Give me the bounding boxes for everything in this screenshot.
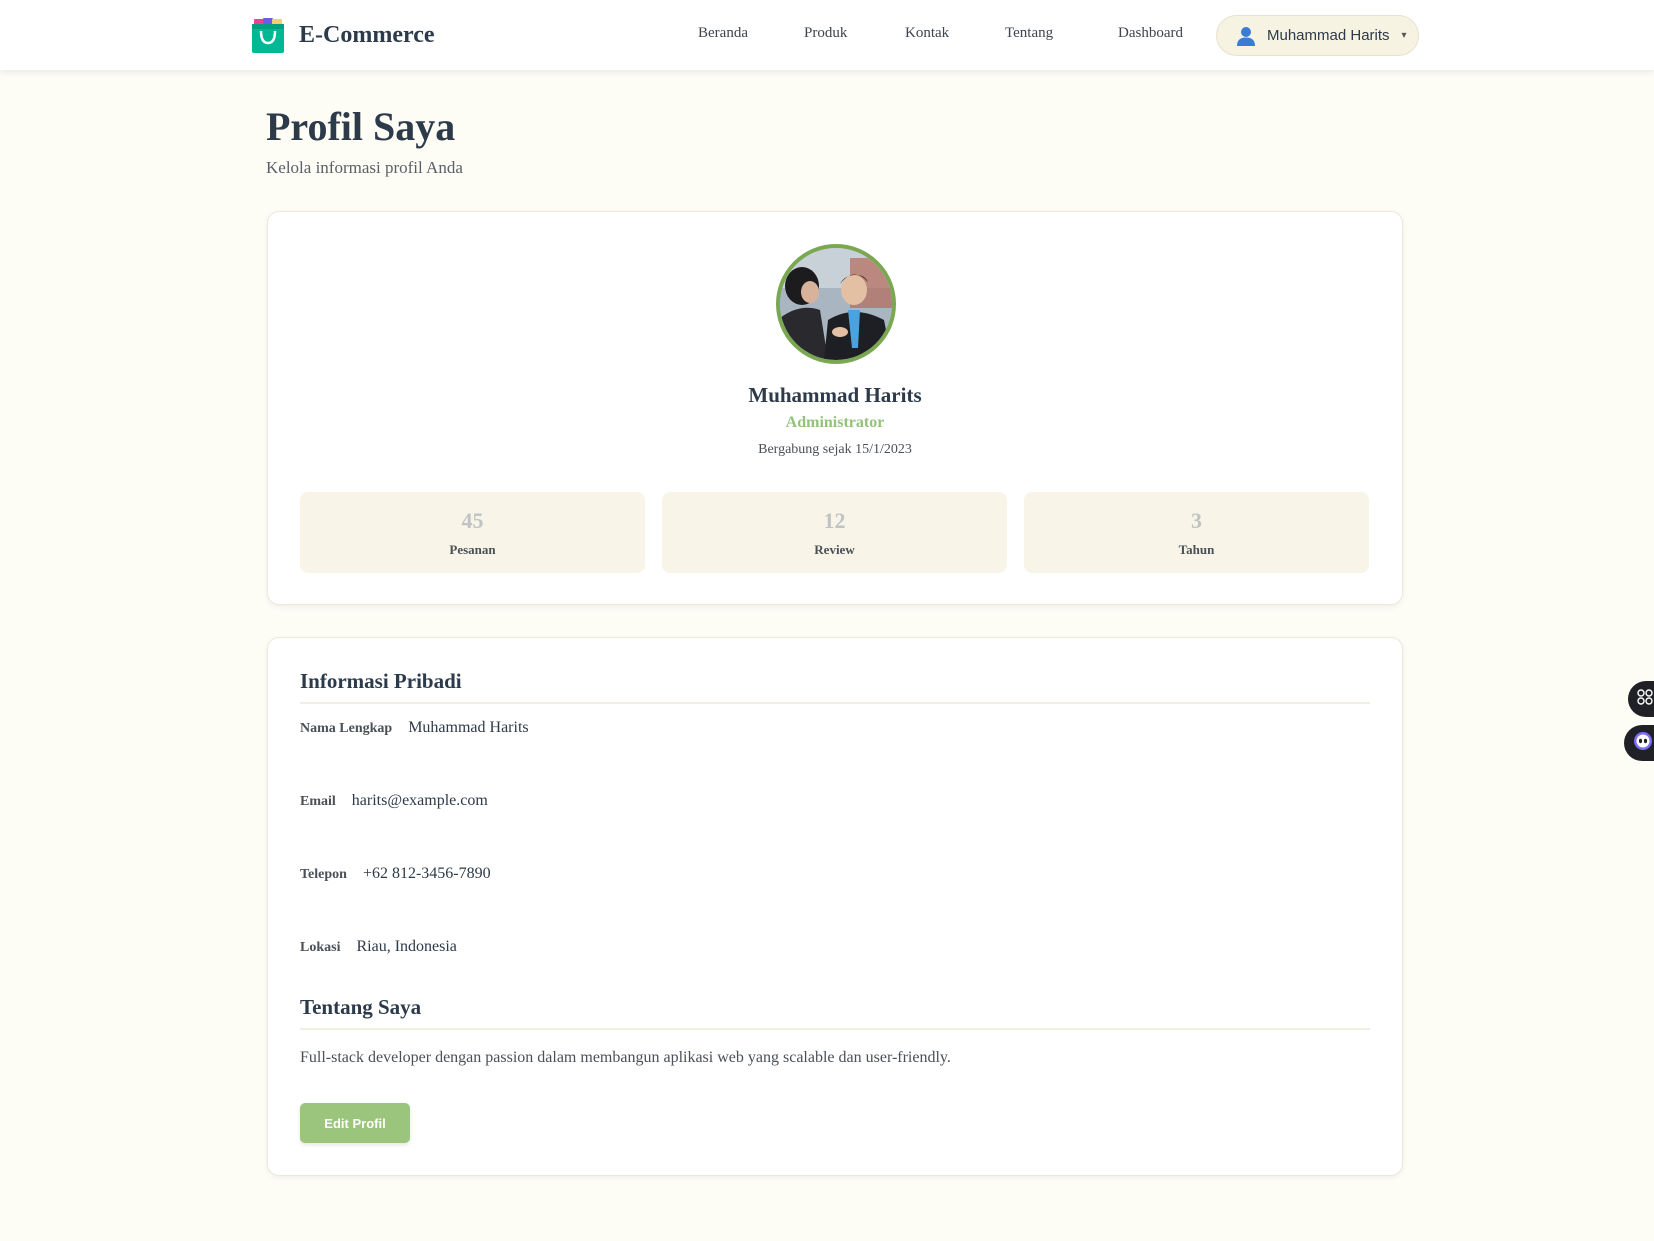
page-title: Profil Saya — [266, 104, 456, 149]
assistant-button[interactable] — [1624, 725, 1654, 761]
stat-reviews: 12 Review — [662, 492, 1007, 573]
info-value: +62 812-3456-7890 — [362, 865, 491, 882]
brand-name: E-Commerce — [299, 21, 435, 48]
info-row-full-name: Nama Lengkap Muhammad Harits — [300, 719, 529, 737]
nav-link-dashboard[interactable]: Dashboard — [1118, 25, 1183, 42]
info-label: Email — [300, 794, 336, 809]
apps-grid-button[interactable] — [1628, 681, 1654, 717]
info-row-email: Email harits@example.com — [300, 792, 488, 810]
profile-joined-date: Bergabung sejak 15/1/2023 — [758, 442, 912, 457]
section-divider — [300, 702, 1370, 704]
stat-label: Tahun — [1178, 542, 1215, 557]
brand-logo-link[interactable]: E-Commerce — [252, 17, 435, 53]
stat-label: Review — [814, 542, 855, 557]
avatar — [776, 244, 896, 364]
info-label: Lokasi — [300, 940, 341, 955]
stat-label: Pesanan — [449, 542, 496, 557]
info-label: Nama Lengkap — [300, 721, 393, 736]
stat-orders: 45 Pesanan — [300, 492, 645, 573]
section-divider — [300, 1028, 1370, 1030]
user-icon — [1235, 25, 1257, 47]
profile-role: Administrator — [785, 414, 885, 431]
stat-years: 3 Tahun — [1024, 492, 1369, 573]
shopping-bag-icon — [252, 17, 284, 53]
info-row-location: Lokasi Riau, Indonesia — [300, 938, 457, 956]
info-row-phone: Telepon +62 812-3456-7890 — [300, 865, 491, 883]
personal-info-card: Informasi Pribadi Nama Lengkap Muhammad … — [267, 637, 1403, 1176]
personal-info-title: Informasi Pribadi — [300, 669, 462, 693]
user-menu-name: Muhammad Harits — [1267, 27, 1390, 44]
nav-link-tentang[interactable]: Tentang — [1005, 25, 1053, 42]
info-label: Telepon — [300, 867, 347, 882]
info-value: Muhammad Harits — [408, 719, 529, 736]
about-text: Full-stack developer dengan passion dala… — [300, 1049, 951, 1066]
nav-link-kontak[interactable]: Kontak — [905, 25, 949, 42]
nav-link-produk[interactable]: Produk — [804, 25, 847, 42]
chevron-down-icon: ▾ — [1401, 30, 1407, 41]
user-menu-button[interactable]: Muhammad Harits ▾ — [1216, 15, 1419, 56]
about-title: Tentang Saya — [300, 995, 422, 1019]
page-subtitle: Kelola informasi profil Anda — [266, 158, 463, 177]
stat-value: 12 — [823, 508, 846, 533]
stat-value: 45 — [461, 508, 484, 533]
profile-name: Muhammad Harits — [748, 383, 922, 407]
apps-grid-icon — [1637, 688, 1653, 710]
profile-summary-card: Muhammad Harits Administrator Bergabung … — [267, 211, 1403, 605]
navbar: E-Commerce Beranda Produk Kontak Tentang… — [0, 0, 1654, 70]
info-value: Riau, Indonesia — [356, 938, 457, 955]
info-value: harits@example.com — [351, 792, 488, 809]
nav-link-beranda[interactable]: Beranda — [698, 25, 748, 42]
stat-value: 3 — [1191, 508, 1202, 533]
edit-profile-button[interactable]: Edit Profil — [300, 1103, 410, 1143]
assistant-bot-icon — [1633, 731, 1653, 756]
